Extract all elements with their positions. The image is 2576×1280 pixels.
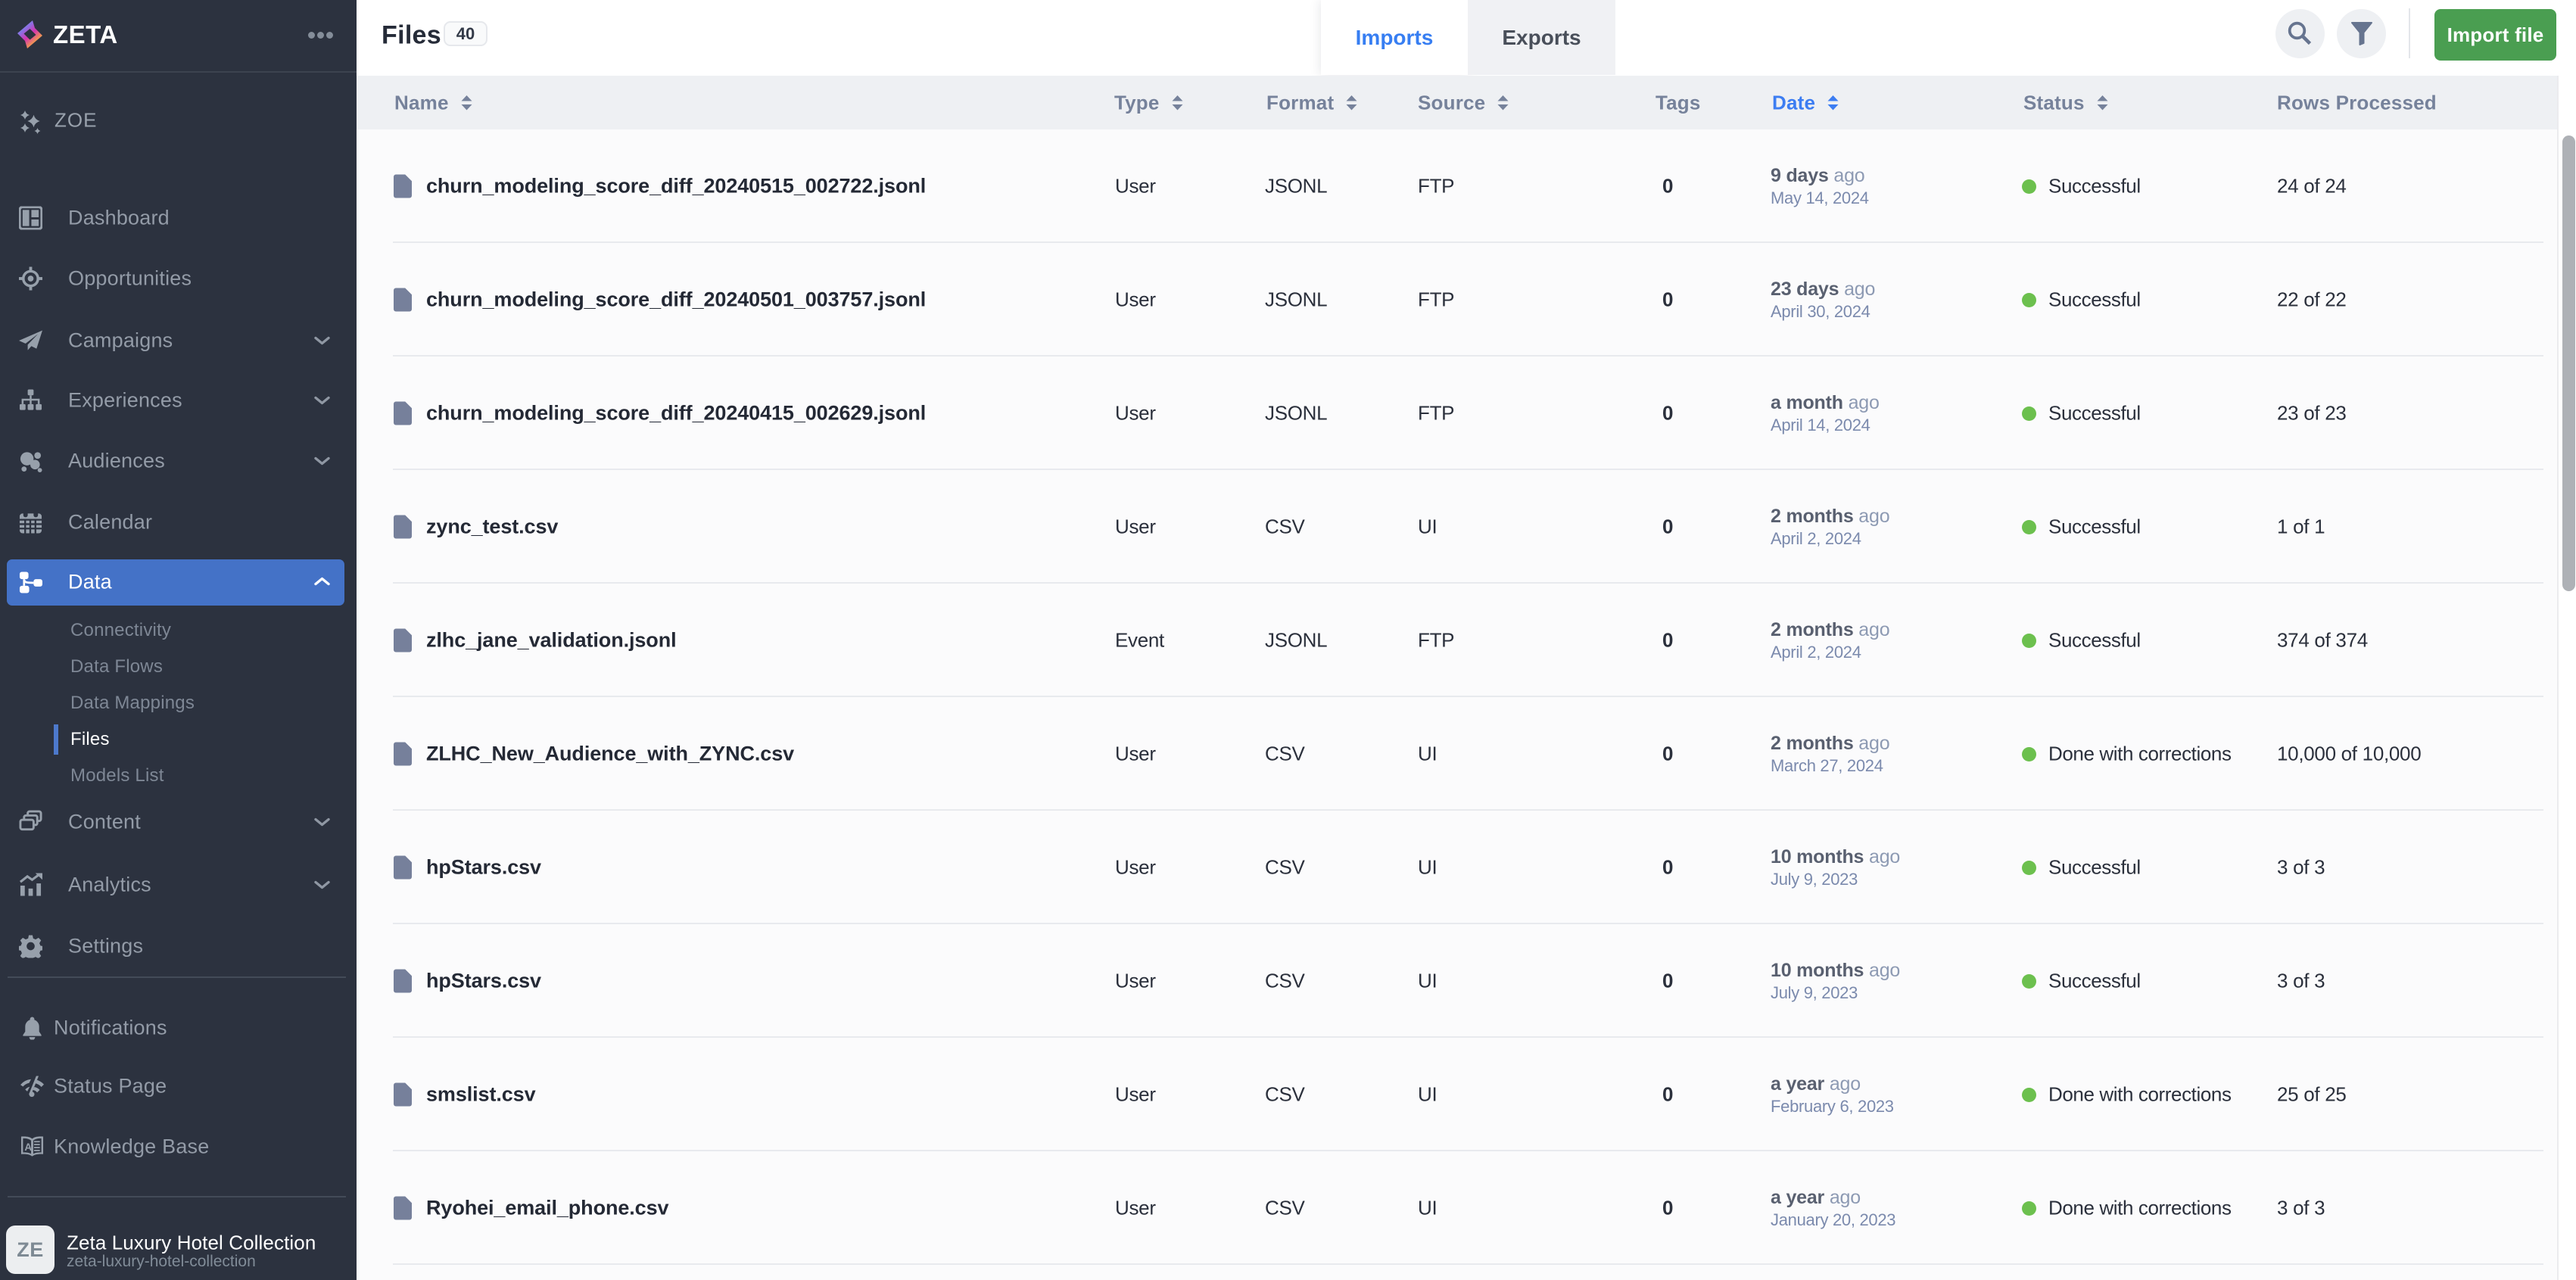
svg-text:A: A [24,1141,32,1153]
